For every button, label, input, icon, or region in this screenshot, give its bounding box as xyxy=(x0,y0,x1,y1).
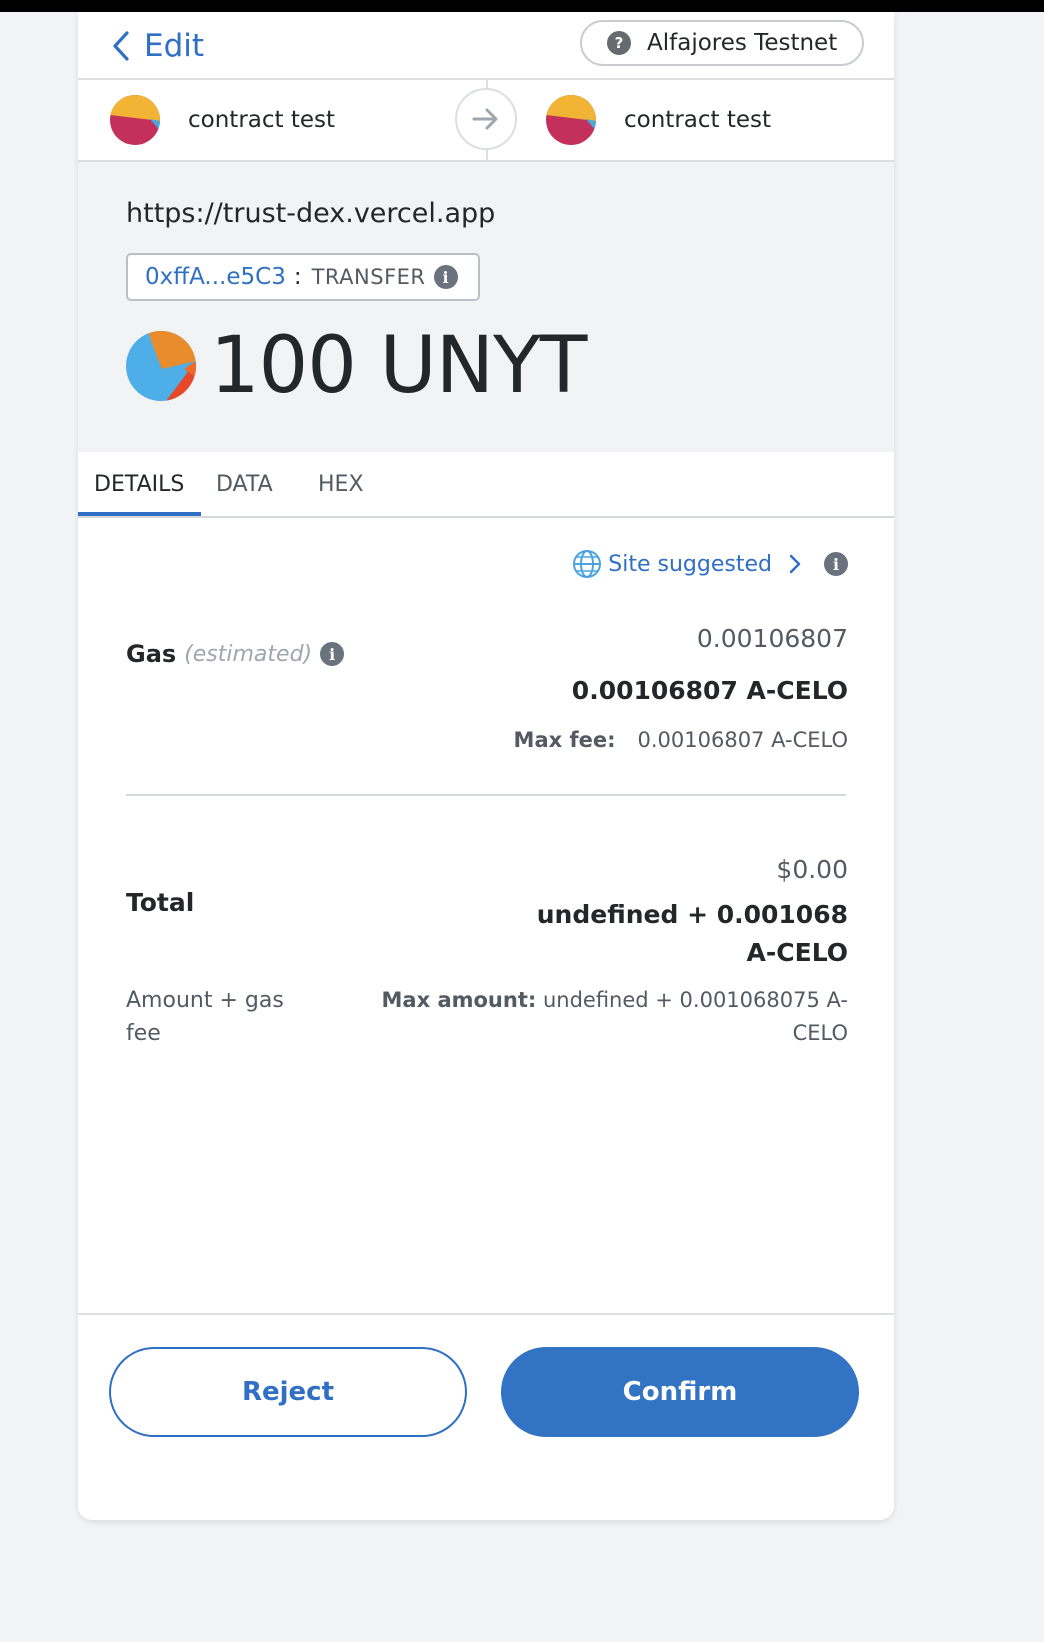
origin-url: https://trust-dex.vercel.app xyxy=(126,198,496,229)
contract-address-link[interactable]: 0xffA...e5C3 xyxy=(145,264,286,290)
gas-label: Gas xyxy=(126,640,177,668)
site-suggested-button[interactable]: Site suggested i xyxy=(572,544,848,584)
total-native-value: undefined + 0.001068 A-CELO xyxy=(536,900,848,967)
active-tab-indicator xyxy=(78,512,201,516)
confirm-header: Edit ? Alfajores Testnet xyxy=(78,12,894,80)
transfer-amount: 100 UNYT xyxy=(126,321,587,411)
amount-value: 100 UNYT xyxy=(210,321,587,411)
contract-method-badge: 0xffA...e5C3 : TRANSFER i xyxy=(126,253,480,301)
recipient-account[interactable]: contract test xyxy=(546,80,771,160)
reject-button[interactable]: Reject xyxy=(109,1347,467,1437)
gas-estimated-label: (estimated) xyxy=(184,641,313,667)
sender-name: contract test xyxy=(188,107,336,133)
total-label: Total xyxy=(126,888,195,917)
info-icon[interactable]: i xyxy=(320,642,345,666)
token-icon xyxy=(126,331,196,401)
max-fee-label: Max fee: xyxy=(513,728,616,752)
max-amount-label: Max amount: xyxy=(381,988,537,1012)
transaction-tabs: DETAILS DATA HEX xyxy=(78,452,894,518)
recipient-avatar xyxy=(546,95,596,145)
info-icon[interactable]: i xyxy=(824,552,848,576)
sender-recipient-row: contract test contract test xyxy=(78,80,894,162)
confirm-transaction-card: Edit ? Alfajores Testnet contract test c… xyxy=(78,12,894,1520)
arrow-right-icon xyxy=(455,88,517,150)
max-fee-value: 0.00106807 A-CELO xyxy=(637,728,849,752)
tab-hex[interactable]: HEX xyxy=(318,452,364,516)
chevron-left-icon xyxy=(113,31,129,61)
transaction-summary: https://trust-dex.vercel.app 0xffA...e5C… xyxy=(78,162,894,452)
gas-label-row: Gas (estimated) i xyxy=(126,640,345,668)
info-icon[interactable]: i xyxy=(433,265,458,289)
method-name: TRANSFER xyxy=(311,265,426,289)
question-icon: ? xyxy=(607,31,631,55)
globe-icon xyxy=(573,550,602,578)
chevron-right-icon xyxy=(789,554,801,574)
max-amount-value: undefined + 0.001068075 A-CELO xyxy=(542,988,848,1045)
max-fee-row: Max fee: 0.00106807 A-CELO xyxy=(514,728,848,752)
confirm-button[interactable]: Confirm xyxy=(501,1347,859,1437)
amount-gas-fee-label: Amount + gas fee xyxy=(126,988,284,1046)
sender-account[interactable]: contract test xyxy=(110,80,335,160)
gas-fiat-value: 0.00106807 xyxy=(696,624,848,653)
gas-native-value: 0.00106807 A-CELO xyxy=(571,676,848,705)
address-method-separator: : xyxy=(293,264,302,290)
network-display[interactable]: ? Alfajores Testnet xyxy=(580,20,864,66)
recipient-name: contract test xyxy=(624,107,772,133)
footer-divider xyxy=(78,1313,894,1315)
edit-label: Edit xyxy=(144,28,205,64)
total-fiat-value: $0.00 xyxy=(776,855,848,884)
tab-details[interactable]: DETAILS xyxy=(94,452,184,516)
site-suggested-label: Site suggested xyxy=(608,551,772,577)
max-amount-row: Max amount: undefined + 0.001068075 A-CE… xyxy=(378,984,848,1050)
section-divider xyxy=(126,794,846,796)
edit-back-button[interactable]: Edit xyxy=(112,28,204,64)
sender-avatar xyxy=(110,95,160,145)
tab-data[interactable]: DATA xyxy=(216,452,273,516)
window-top-bar xyxy=(0,0,1044,12)
network-label: Alfajores Testnet xyxy=(647,30,838,56)
